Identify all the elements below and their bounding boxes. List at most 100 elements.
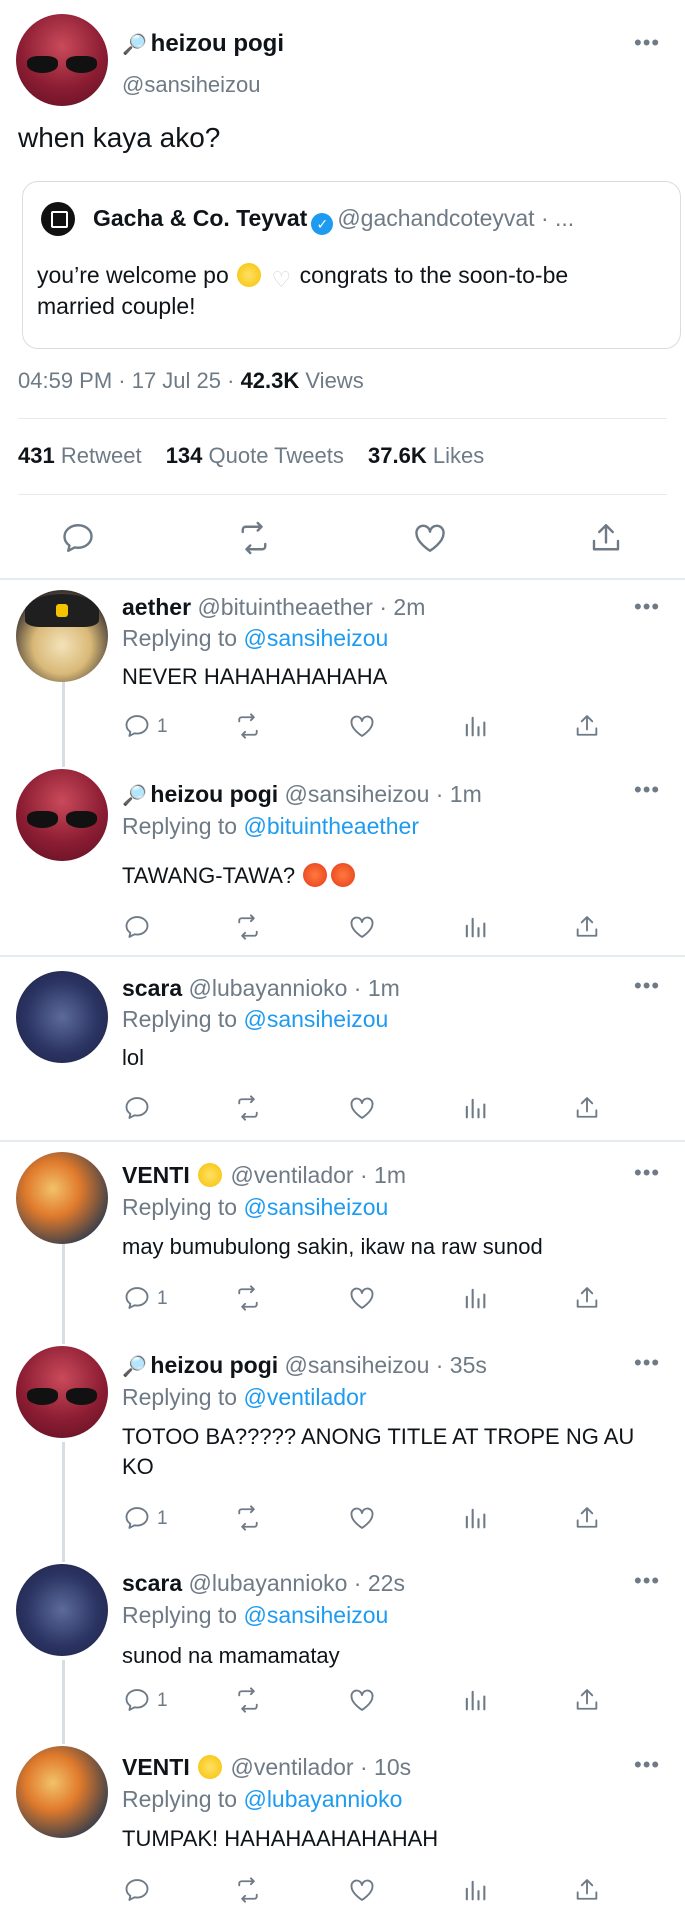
more-icon[interactable]: ••• [634,30,660,56]
reply-icon[interactable] [123,1094,151,1124]
reply-tweet[interactable]: VENTI @ventilador · 10s ••• Replying to … [0,1730,685,1920]
more-icon[interactable]: ••• [634,1350,660,1376]
reply-header: VENTI @ventilador · 10s [122,1754,412,1780]
tweet-stats: 431 Retweet 134 Quote Tweets 37.6K Likes [18,443,484,469]
reply-tweet[interactable]: scara @lubayannioko · 1m ••• Replying to… [0,957,685,1140]
share-icon[interactable] [573,1094,601,1124]
like-icon[interactable] [348,913,376,943]
author-name[interactable]: 🔎 heizou pogi [122,30,284,58]
replying-to: Replying to @lubayannioko [122,1786,403,1812]
reply-tweet[interactable]: 🔎 heizou pogi @sansiheizou · 1m ••• Repl… [0,755,685,955]
reply-icon[interactable]: 1 [123,1686,168,1716]
retweet-icon[interactable] [234,1876,262,1906]
mention-link[interactable]: @bituintheaether [243,813,419,839]
replying-to: Replying to @bituintheaether [122,813,419,839]
retweet-stat[interactable]: 431 Retweet [18,443,142,468]
more-icon[interactable]: ••• [634,1568,660,1594]
analytics-icon[interactable] [461,1284,489,1314]
reply-icon[interactable]: 1 [123,712,168,742]
quoted-text: you’re welcome po ♡ congrats to the soon… [37,262,569,319]
avatar[interactable] [16,971,108,1063]
share-icon[interactable] [573,1504,601,1534]
reply-text: lol [122,1045,145,1070]
reply-tweet[interactable]: aether @bituintheaether · 2m ••• Replyin… [0,580,685,755]
reply-icon[interactable] [60,520,96,556]
like-stat[interactable]: 37.6K Likes [368,443,484,468]
share-icon[interactable] [573,913,601,943]
mention-link[interactable]: @ventilador [243,1384,366,1410]
avatar[interactable] [16,1564,108,1656]
retweet-icon[interactable] [234,1686,262,1716]
reply-icon[interactable]: 1 [123,1284,168,1314]
like-icon[interactable] [348,1284,376,1314]
reply-icon[interactable] [123,1876,151,1906]
more-icon[interactable]: ••• [634,594,660,620]
analytics-icon[interactable] [461,1876,489,1906]
main-tweet: 🔎 heizou pogi @sansiheizou ••• when kaya… [0,0,685,578]
more-icon[interactable]: ••• [634,1752,660,1778]
like-icon[interactable] [412,520,448,556]
analytics-icon[interactable] [461,913,489,943]
reply-tweet[interactable]: 🔎 heizou pogi @sansiheizou · 35s ••• Rep… [0,1332,685,1550]
share-icon[interactable] [573,1686,601,1716]
replying-to: Replying to @sansiheizou [122,1602,389,1628]
reply-header: VENTI @ventilador · 1m [122,1162,406,1188]
share-icon[interactable] [573,1876,601,1906]
reply-actions [0,913,685,943]
retweet-icon[interactable] [236,520,272,556]
magnifier-icon: 🔎 [122,34,147,56]
mention-link[interactable]: @sansiheizou [243,625,388,651]
like-icon[interactable] [348,1876,376,1906]
analytics-icon[interactable] [461,1504,489,1534]
quoted-name: Gacha & Co. Teyvat [93,205,308,231]
retweet-icon[interactable] [234,1094,262,1124]
mention-link[interactable]: @sansiheizou [243,1194,388,1220]
mention-link[interactable]: @lubayannioko [243,1786,402,1812]
author-handle[interactable]: @sansiheizou [122,72,261,98]
avatar[interactable] [16,1152,108,1244]
winking-tongue-emoji-icon [198,1755,223,1779]
replying-to: Replying to @sansiheizou [122,625,389,651]
analytics-icon[interactable] [461,1094,489,1124]
tweet-text: when kaya ako? [18,122,221,153]
grinning-emoji-icon [237,263,262,287]
mention-link[interactable]: @sansiheizou [243,1006,388,1032]
retweet-icon[interactable] [234,1504,262,1534]
retweet-icon[interactable] [234,712,262,742]
reply-icon[interactable] [123,913,151,943]
like-icon[interactable] [348,1504,376,1534]
more-icon[interactable]: ••• [634,1160,660,1186]
mention-link[interactable]: @sansiheizou [243,1602,388,1628]
quoted-handle: @gachandcoteyvat · ... [337,205,575,231]
reply-icon[interactable]: 1 [123,1504,168,1534]
like-icon[interactable] [348,1686,376,1716]
angry-emoji-icon [331,863,356,887]
reply-tweet[interactable]: VENTI @ventilador · 1m ••• Replying to @… [0,1142,685,1332]
reply-actions: 1 [0,712,685,742]
magnifier-icon: 🔎 [122,785,147,807]
quoted-tweet[interactable]: Gacha & Co. Teyvat ✓ @gachandcoteyvat · ..… [22,181,681,349]
quote-stat[interactable]: 134 Quote Tweets [166,443,344,468]
like-icon[interactable] [348,712,376,742]
replying-to: Replying to @sansiheizou [122,1194,389,1220]
analytics-icon[interactable] [461,712,489,742]
quoted-header: Gacha & Co. Teyvat ✓ @gachandcoteyvat · ..… [93,205,574,235]
retweet-icon[interactable] [234,1284,262,1314]
share-icon[interactable] [573,1284,601,1314]
more-icon[interactable]: ••• [634,973,660,999]
reply-header: 🔎 heizou pogi @sansiheizou · 1m [122,781,482,807]
avatar[interactable] [16,590,108,682]
retweet-icon[interactable] [234,913,262,943]
share-icon[interactable] [588,520,624,556]
reply-text: NEVER HAHAHAHAHAHA [122,664,388,689]
avatar[interactable] [16,769,108,861]
avatar[interactable] [16,1746,108,1838]
avatar[interactable] [16,14,108,106]
analytics-icon[interactable] [461,1686,489,1716]
avatar[interactable] [16,1346,108,1438]
more-icon[interactable]: ••• [634,777,660,803]
reply-tweet[interactable]: scara @lubayannioko · 22s ••• Replying t… [0,1550,685,1730]
share-icon[interactable] [573,712,601,742]
like-icon[interactable] [348,1094,376,1124]
thread-line [62,1332,65,1344]
